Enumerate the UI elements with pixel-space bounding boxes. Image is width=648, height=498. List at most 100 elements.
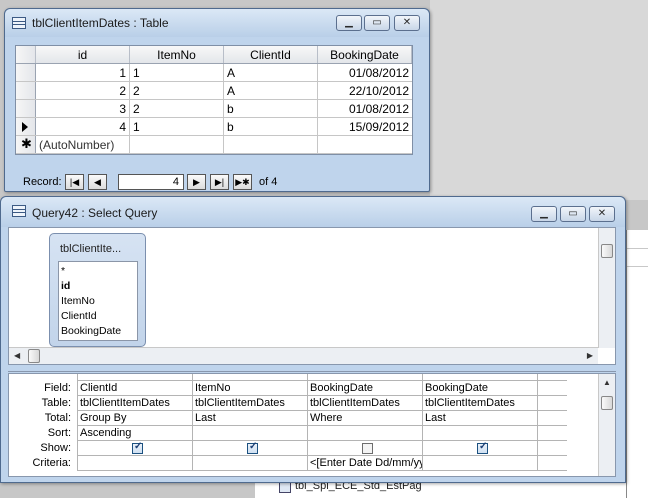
cell-itemno[interactable]: 1	[130, 64, 224, 81]
column-header-clientid[interactable]: ClientId	[224, 46, 318, 63]
column-selector[interactable]	[537, 374, 567, 381]
column-header-bookingdate[interactable]: BookingDate	[318, 46, 412, 63]
cell-clientid[interactable]: A	[224, 64, 318, 81]
field-cell[interactable]: ItemNo	[192, 381, 307, 396]
close-button[interactable]: ✕	[394, 15, 420, 31]
table-row: 1 1 A 01/08/2012	[16, 64, 412, 82]
criteria-cell[interactable]	[192, 456, 307, 471]
maximize-button[interactable]: ▭	[560, 206, 586, 222]
row-selector-current[interactable]	[16, 118, 36, 135]
design-vertical-scrollbar[interactable]	[598, 228, 615, 348]
column-header-itemno[interactable]: ItemNo	[130, 46, 224, 63]
table-cell[interactable]: tblClientItemDates	[307, 396, 422, 411]
pane-splitter[interactable]	[8, 366, 616, 372]
table-field-list[interactable]: tblClientIte... * id ItemNo ClientId Boo…	[49, 233, 146, 347]
next-record-button[interactable]: ▶	[187, 174, 206, 190]
cell-bookingdate[interactable]: 22/10/2012	[318, 82, 412, 99]
criteria-cell[interactable]: <[Enter Date Dd/mm/yyyy]	[307, 456, 422, 471]
field-cell[interactable]: BookingDate	[422, 381, 537, 396]
show-cell-empty[interactable]	[537, 441, 567, 456]
field-list-item[interactable]: ClientId	[61, 309, 137, 324]
field-cell[interactable]: BookingDate	[307, 381, 422, 396]
field-cell[interactable]: ClientId	[77, 381, 192, 396]
last-record-button[interactable]: ▶|	[210, 174, 229, 190]
scroll-thumb[interactable]	[601, 244, 613, 258]
sort-cell[interactable]: Ascending	[77, 426, 192, 441]
grid-row-criteria: Criteria: <[Enter Date Dd/mm/yyyy]	[9, 456, 567, 471]
cell-clientid[interactable]: b	[224, 118, 318, 135]
design-horizontal-scrollbar[interactable]: ◀ ▶	[9, 347, 598, 364]
table-cell[interactable]: tblClientItemDates	[77, 396, 192, 411]
cell-id[interactable]: 2	[36, 82, 130, 99]
cell-itemno[interactable]: 2	[130, 82, 224, 99]
column-selector[interactable]	[422, 374, 537, 381]
cell-clientid[interactable]: b	[224, 100, 318, 117]
cell-id-new[interactable]: (AutoNumber)	[36, 136, 130, 153]
scroll-thumb[interactable]	[28, 349, 40, 363]
row-selector[interactable]	[16, 82, 36, 99]
select-all-corner[interactable]	[16, 46, 36, 63]
table-window-titlebar[interactable]: tblClientItemDates : Table ▁ ▭ ✕	[5, 9, 429, 37]
show-checkbox[interactable]	[362, 443, 373, 454]
total-cell[interactable]: Group By	[77, 411, 192, 426]
close-button[interactable]: ✕	[589, 206, 615, 222]
column-selector[interactable]	[192, 374, 307, 381]
minimize-button[interactable]: ▁	[531, 206, 557, 222]
sort-cell[interactable]	[307, 426, 422, 441]
cell-itemno[interactable]: 2	[130, 100, 224, 117]
first-record-button[interactable]: |◀	[65, 174, 84, 190]
column-selector-row	[9, 374, 567, 381]
cell-bookingdate-new[interactable]	[318, 136, 412, 153]
cell-bookingdate[interactable]: 01/08/2012	[318, 64, 412, 81]
cell-clientid[interactable]: A	[224, 82, 318, 99]
column-selector[interactable]	[77, 374, 192, 381]
minimize-button[interactable]: ▁	[336, 15, 362, 31]
query-window-titlebar[interactable]: Query42 : Select Query ▁ ▭ ✕	[1, 197, 625, 227]
criteria-cell[interactable]	[77, 456, 192, 471]
criteria-cell[interactable]	[422, 456, 537, 471]
sort-cell[interactable]	[422, 426, 537, 441]
row-selector[interactable]	[16, 64, 36, 81]
total-cell[interactable]: Last	[422, 411, 537, 426]
show-checkbox[interactable]	[247, 441, 258, 454]
new-record-button[interactable]: ▶✱	[233, 174, 252, 190]
grid-vertical-scrollbar[interactable]: ▲	[598, 374, 615, 476]
scroll-up-icon[interactable]: ▲	[603, 378, 611, 387]
scroll-left-icon[interactable]: ◀	[14, 351, 20, 360]
sort-cell-empty[interactable]	[537, 426, 567, 441]
criteria-cell-empty[interactable]	[537, 456, 567, 471]
table-icon	[12, 17, 26, 29]
table-cell[interactable]: tblClientItemDates	[422, 396, 537, 411]
pane-divider	[627, 248, 648, 249]
total-cell-empty[interactable]	[537, 411, 567, 426]
total-cell[interactable]: Where	[307, 411, 422, 426]
show-checkbox[interactable]	[132, 441, 143, 454]
cell-id[interactable]: 3	[36, 100, 130, 117]
scroll-right-icon[interactable]: ▶	[587, 351, 593, 360]
field-cell-empty[interactable]	[537, 381, 567, 396]
scroll-thumb[interactable]	[601, 396, 613, 410]
row-selector-new[interactable]: ✱	[16, 136, 36, 153]
field-list-item[interactable]: *	[61, 264, 137, 279]
cell-id[interactable]: 4	[36, 118, 130, 135]
column-selector[interactable]	[307, 374, 422, 381]
field-list-item[interactable]: BookingDate	[61, 324, 137, 339]
cell-itemno-new[interactable]	[130, 136, 224, 153]
cell-clientid-new[interactable]	[224, 136, 318, 153]
table-cell-empty[interactable]	[537, 396, 567, 411]
previous-record-button[interactable]: ◀	[88, 174, 107, 190]
total-cell[interactable]: Last	[192, 411, 307, 426]
row-selector[interactable]	[16, 100, 36, 117]
maximize-button[interactable]: ▭	[364, 15, 390, 31]
field-list-item-key[interactable]: id	[61, 279, 137, 294]
cell-bookingdate[interactable]: 15/09/2012	[318, 118, 412, 135]
show-checkbox[interactable]	[477, 441, 488, 454]
current-record-input[interactable]: 4	[118, 174, 184, 190]
table-cell[interactable]: tblClientItemDates	[192, 396, 307, 411]
column-header-id[interactable]: id	[36, 46, 130, 63]
field-list-item[interactable]: ItemNo	[61, 294, 137, 309]
sort-cell[interactable]	[192, 426, 307, 441]
cell-itemno[interactable]: 1	[130, 118, 224, 135]
cell-id[interactable]: 1	[36, 64, 130, 81]
cell-bookingdate[interactable]: 01/08/2012	[318, 100, 412, 117]
